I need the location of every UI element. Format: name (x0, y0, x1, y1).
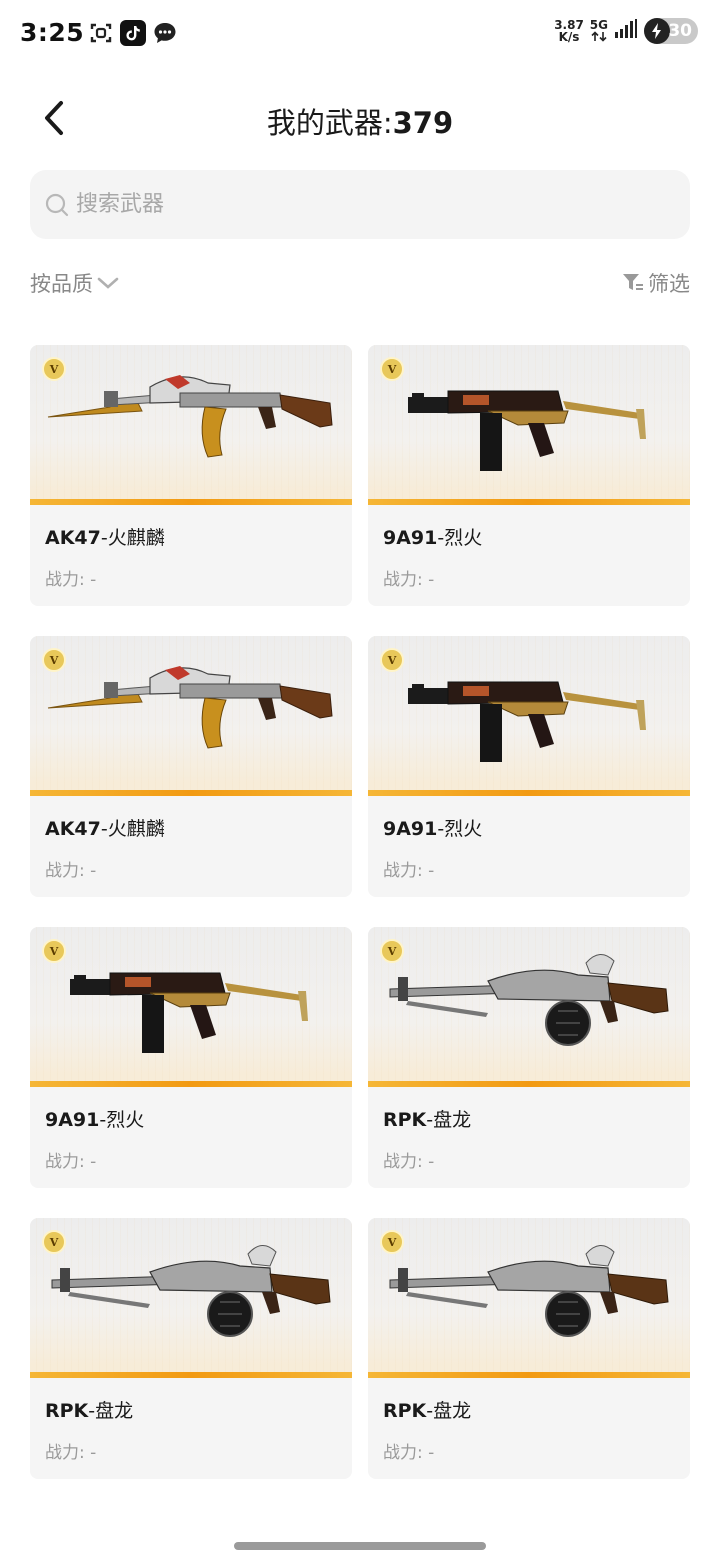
weapon-grid: V AK47-火麒麟 战力: - V 9A91-烈火 战力: - V AK47-火麒麟 战力: … (30, 345, 690, 1479)
tiktok-icon (120, 20, 146, 46)
charging-icon (644, 18, 670, 44)
net-speed-unit: K/s (558, 30, 580, 44)
weapon-count: 379 (392, 106, 454, 140)
weapon-skin: -盘龙 (426, 1400, 472, 1422)
weapon-skin: -火麒麟 (100, 527, 165, 549)
filter-label: 筛选 (648, 272, 690, 296)
weapon-skin: -烈火 (437, 527, 483, 549)
weapon-image: V (368, 927, 690, 1087)
quality-stripe (30, 1081, 352, 1087)
quality-stripe (30, 790, 352, 796)
filter-button[interactable]: 筛选 (622, 268, 690, 298)
page-title-label: 我的武器: (266, 106, 393, 140)
weapon-code: 9A91 (383, 527, 438, 549)
weapon-name: AK47-火麒麟 (45, 814, 165, 841)
weapon-power: 战力: - (45, 1152, 97, 1172)
weapon-name: 9A91-烈火 (383, 523, 482, 550)
weapon-power: 战力: - (383, 1443, 435, 1463)
weapon-card[interactable]: V RPK-盘龙战力: - (368, 1218, 690, 1479)
weapon-skin: -烈火 (437, 818, 483, 840)
weapon-name: RPK-盘龙 (45, 1396, 133, 1423)
weapon-name: 9A91-烈火 (383, 814, 482, 841)
weapon-code: AK47 (45, 818, 101, 840)
weapon-power: 战力: - (383, 861, 435, 881)
battery-level: 30 (668, 21, 692, 41)
chevron-down-icon (97, 277, 119, 289)
weapon-card[interactable]: V AK47-火麒麟战力: - (30, 636, 352, 897)
weapon-code: RPK (383, 1400, 427, 1422)
weapon-image: V (368, 1218, 690, 1378)
status-right: 3.87 K/s 5G 30 (554, 18, 698, 44)
quality-stripe (368, 1372, 690, 1378)
scan-icon (88, 20, 114, 46)
weapon-card[interactable]: V RPK-盘龙战力: - (368, 927, 690, 1188)
quality-stripe (368, 790, 690, 796)
app-header: 我的武器:379 (0, 80, 720, 156)
status-bar: 3:25 3.87 K/s 5G 30 (0, 0, 720, 70)
filter-icon (623, 274, 643, 290)
status-time: 3:25 (20, 18, 85, 47)
weapon-skin: -盘龙 (426, 1109, 472, 1131)
quality-stripe (30, 499, 352, 505)
weapon-card[interactable]: V AK47-火麒麟战力: - (30, 345, 352, 606)
weapon-image: V (30, 345, 352, 505)
weapon-card[interactable]: V RPK-盘龙战力: - (30, 1218, 352, 1479)
weapon-image: V (30, 636, 352, 796)
quality-stripe (368, 499, 690, 505)
weapon-image: V (368, 345, 690, 505)
search-bar[interactable] (30, 170, 690, 239)
search-icon (45, 193, 69, 216)
weapon-name: RPK-盘龙 (383, 1105, 471, 1132)
weapon-power: 战力: - (45, 570, 97, 590)
search-input[interactable] (76, 192, 636, 217)
weapon-code: 9A91 (45, 1109, 100, 1131)
weapon-name: AK47-火麒麟 (45, 523, 165, 550)
sort-label: 按品质 (30, 272, 93, 296)
sort-by-quality-dropdown[interactable]: 按品质 (30, 268, 119, 298)
weapon-power: 战力: - (45, 1443, 97, 1463)
weapon-skin: -烈火 (99, 1109, 145, 1131)
weapon-code: RPK (45, 1400, 89, 1422)
weapon-image: V (30, 927, 352, 1087)
weapon-card[interactable]: V 9A91-烈火战力: - (368, 636, 690, 897)
message-icon (152, 20, 178, 46)
weapon-skin: -火麒麟 (100, 818, 165, 840)
weapon-card[interactable]: V 9A91-烈火战力: - (30, 927, 352, 1188)
home-indicator[interactable] (234, 1542, 486, 1550)
notification-icons (88, 20, 178, 46)
weapon-card[interactable]: V 9A91-烈火战力: - (368, 345, 690, 606)
weapon-name: RPK-盘龙 (383, 1396, 471, 1423)
quality-stripe (368, 1081, 690, 1087)
quality-stripe (30, 1372, 352, 1378)
data-arrows-icon (590, 30, 608, 44)
weapon-name: 9A91-烈火 (45, 1105, 144, 1132)
page-title: 我的武器:379 (0, 100, 720, 142)
weapon-code: AK47 (45, 527, 101, 549)
weapon-skin: -盘龙 (88, 1400, 134, 1422)
net-speed: 3.87 K/s (554, 19, 584, 43)
network-label: 5G (589, 17, 608, 32)
network-type: 5G (590, 19, 608, 44)
weapon-image: V (30, 1218, 352, 1378)
battery-indicator: 30 (644, 18, 698, 44)
weapon-power: 战力: - (383, 1152, 435, 1172)
weapon-power: 战力: - (45, 861, 97, 881)
weapon-power: 战力: - (383, 570, 435, 590)
signal-icon (614, 19, 638, 43)
weapon-image: V (368, 636, 690, 796)
weapon-code: RPK (383, 1109, 427, 1131)
weapon-code: 9A91 (383, 818, 438, 840)
